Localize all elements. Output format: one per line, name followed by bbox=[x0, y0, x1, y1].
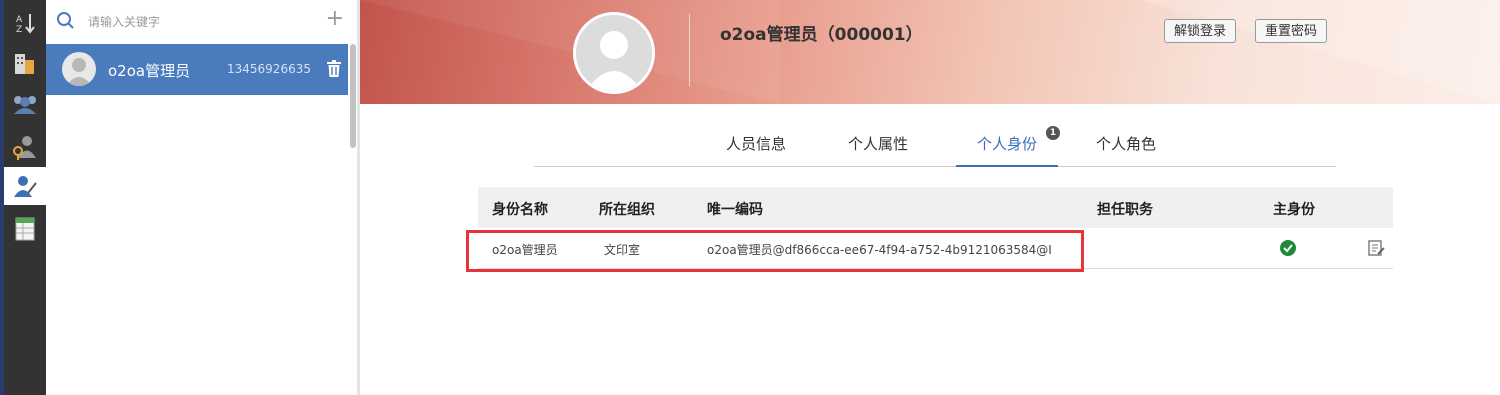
profile-banner: o2oa管理员（000001） 解锁登录 重置密码 bbox=[360, 0, 1500, 104]
column-header: 唯一编码 bbox=[707, 202, 763, 218]
sort-az-icon[interactable]: AZ bbox=[4, 4, 46, 42]
column-header: 担任职务 bbox=[1097, 202, 1153, 218]
detail-tabs: 人员信息 个人属性 个人身份 1 个人角色 bbox=[534, 124, 1336, 167]
unlock-login-button[interactable]: 解锁登录 bbox=[1164, 19, 1237, 43]
tab-label: 个人角色 bbox=[1095, 135, 1156, 153]
scrollbar-thumb[interactable] bbox=[350, 44, 356, 148]
trash-icon[interactable] bbox=[326, 60, 342, 82]
avatar bbox=[62, 52, 96, 86]
add-person-button[interactable]: + bbox=[326, 8, 344, 30]
person-detail: o2oa管理员（000001） 解锁登录 重置密码 人员信息 个人属性 个人身份… bbox=[360, 0, 1500, 395]
person-list-item[interactable]: o2oa管理员 13456926635 bbox=[46, 44, 348, 95]
count-badge: 1 bbox=[1046, 126, 1060, 140]
column-header: 身份名称 bbox=[492, 202, 548, 218]
banner-divider bbox=[689, 14, 690, 86]
search-bar: + bbox=[46, 0, 358, 44]
edit-icon[interactable] bbox=[1367, 239, 1385, 260]
search-icon[interactable] bbox=[56, 11, 76, 35]
tab-personal-roles[interactable]: 个人角色 bbox=[1078, 124, 1174, 165]
group-icon[interactable] bbox=[4, 86, 46, 124]
person-phone: 13456926635 bbox=[227, 62, 311, 76]
tab-label: 个人身份 bbox=[976, 135, 1037, 153]
organization-icon[interactable] bbox=[4, 44, 46, 82]
role-icon[interactable] bbox=[4, 128, 46, 166]
tab-personal-attributes[interactable]: 个人属性 bbox=[830, 124, 926, 165]
svg-text:Z: Z bbox=[16, 25, 22, 35]
profile-title: o2oa管理员（000001） bbox=[720, 25, 923, 45]
person-edit-icon[interactable] bbox=[4, 167, 46, 205]
person-name: o2oa管理员 bbox=[108, 62, 191, 80]
spreadsheet-icon[interactable] bbox=[4, 210, 46, 248]
tab-label: 人员信息 bbox=[725, 135, 786, 153]
tab-label: 个人属性 bbox=[847, 135, 908, 153]
tab-person-info[interactable]: 人员信息 bbox=[708, 124, 804, 165]
svg-text:A: A bbox=[16, 15, 23, 25]
table-header: 身份名称 所在组织 唯一编码 担任职务 主身份 bbox=[478, 187, 1393, 228]
column-header: 所在组织 bbox=[599, 202, 655, 218]
person-list-panel: + o2oa管理员 13456926635 bbox=[46, 0, 359, 395]
banner-decoration bbox=[360, 0, 780, 104]
tab-personal-identity[interactable]: 个人身份 1 bbox=[956, 124, 1060, 167]
search-input[interactable] bbox=[86, 11, 310, 33]
profile-avatar[interactable] bbox=[573, 12, 655, 94]
highlight-box bbox=[466, 230, 1084, 272]
reset-password-button[interactable]: 重置密码 bbox=[1255, 19, 1328, 43]
app-sidebar: AZ bbox=[0, 0, 46, 395]
column-header: 主身份 bbox=[1273, 202, 1315, 218]
banner-decoration bbox=[1140, 0, 1500, 104]
check-circle-icon bbox=[1279, 239, 1297, 260]
